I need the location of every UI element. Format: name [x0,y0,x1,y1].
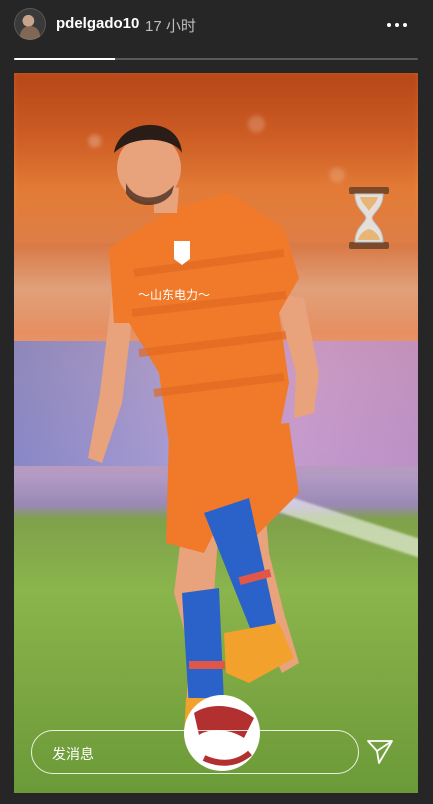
reply-placeholder: 发消息 [52,746,94,762]
hourglass-icon [349,187,389,249]
more-horizontal-icon [385,23,409,27]
story-progress-bar [14,58,418,60]
timestamp: 17 小时 [145,18,196,35]
story-progress-fill [14,58,115,60]
story-image[interactable]: 〜山东电力〜 [14,73,418,793]
more-options-button[interactable] [380,12,414,38]
football-player-illustration: 〜山东电力〜 [88,124,319,771]
send-icon[interactable] [366,739,394,765]
username[interactable]: pdelgado10 [56,15,139,32]
message-reply-input[interactable]: 发消息 [31,730,359,774]
story-header: pdelgado10 17 小时 [0,0,433,52]
avatar[interactable] [14,8,46,40]
svg-text:〜山东电力〜: 〜山东电力〜 [138,288,210,302]
